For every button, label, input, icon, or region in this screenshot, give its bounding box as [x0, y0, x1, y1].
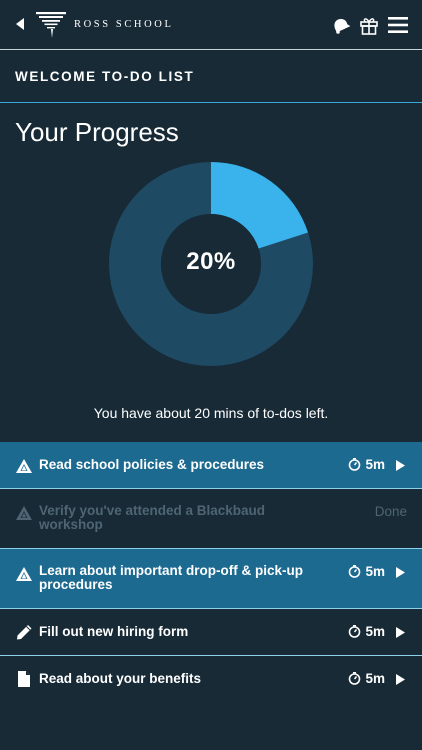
triangle-warning-icon: [16, 567, 32, 581]
todo-item-benefits[interactable]: Read about your benefits 5m: [0, 656, 422, 703]
section-title: WELCOME TO-DO LIST: [15, 69, 195, 84]
top-bar: ROSS SCHOOL: [0, 0, 422, 50]
todo-duration-value: 5m: [365, 564, 385, 579]
bell-icon[interactable]: [330, 14, 352, 36]
back-arrow-icon[interactable]: [15, 18, 25, 30]
progress-title: Your Progress: [15, 117, 179, 147]
chevron-right-icon: [396, 567, 405, 578]
todo-duration: 5m: [348, 564, 385, 579]
pencil-icon: [17, 625, 32, 640]
todo-label: Read school policies & procedures: [39, 457, 265, 472]
triangle-warning-icon: [16, 459, 32, 473]
todo-duration: 5m: [348, 671, 385, 686]
remaining-time-text: You have about 20 mins of to-dos left.: [93, 405, 329, 421]
todo-duration-value: 5m: [365, 457, 385, 472]
timer-icon: [349, 458, 361, 471]
progress-percent: 20%: [186, 248, 236, 275]
triangle-warning-icon: [16, 506, 32, 520]
todo-duration: 5m: [348, 624, 385, 639]
hamburger-menu-icon[interactable]: [387, 14, 409, 36]
section-header: WELCOME TO-DO LIST: [0, 50, 422, 103]
todo-item-blackbaud-workshop[interactable]: Verify you've attended a Blackbaud works…: [0, 489, 422, 549]
todo-label: Learn about important drop-off & pick-up…: [39, 563, 303, 592]
timer-icon: [349, 672, 361, 685]
timer-icon: [349, 565, 361, 578]
timer-icon: [349, 625, 361, 638]
todo-list: Read school policies & procedures 5m Ver…: [0, 442, 422, 703]
todo-duration-value: 5m: [365, 671, 385, 686]
ross-logo-icon: [36, 12, 66, 38]
todo-label: Fill out new hiring form: [39, 624, 189, 639]
chevron-right-icon: [396, 627, 405, 638]
todo-duration-value: 5m: [365, 624, 385, 639]
chevron-right-icon: [396, 674, 405, 685]
todo-item-school-policies[interactable]: Read school policies & procedures 5m: [0, 442, 422, 489]
gift-icon[interactable]: [358, 14, 380, 36]
todo-duration: 5m: [348, 457, 385, 472]
todo-label: Read about your benefits: [39, 671, 202, 686]
todo-status-done: Done: [374, 504, 407, 519]
document-icon: [18, 671, 30, 687]
school-name: ROSS SCHOOL: [74, 19, 174, 30]
chevron-right-icon: [396, 460, 405, 471]
todo-label: Verify you've attended a Blackbaud works…: [39, 503, 266, 532]
todo-item-drop-off-procedures[interactable]: Learn about important drop-off & pick-up…: [0, 549, 422, 609]
todo-item-hiring-form[interactable]: Fill out new hiring form 5m: [0, 609, 422, 656]
